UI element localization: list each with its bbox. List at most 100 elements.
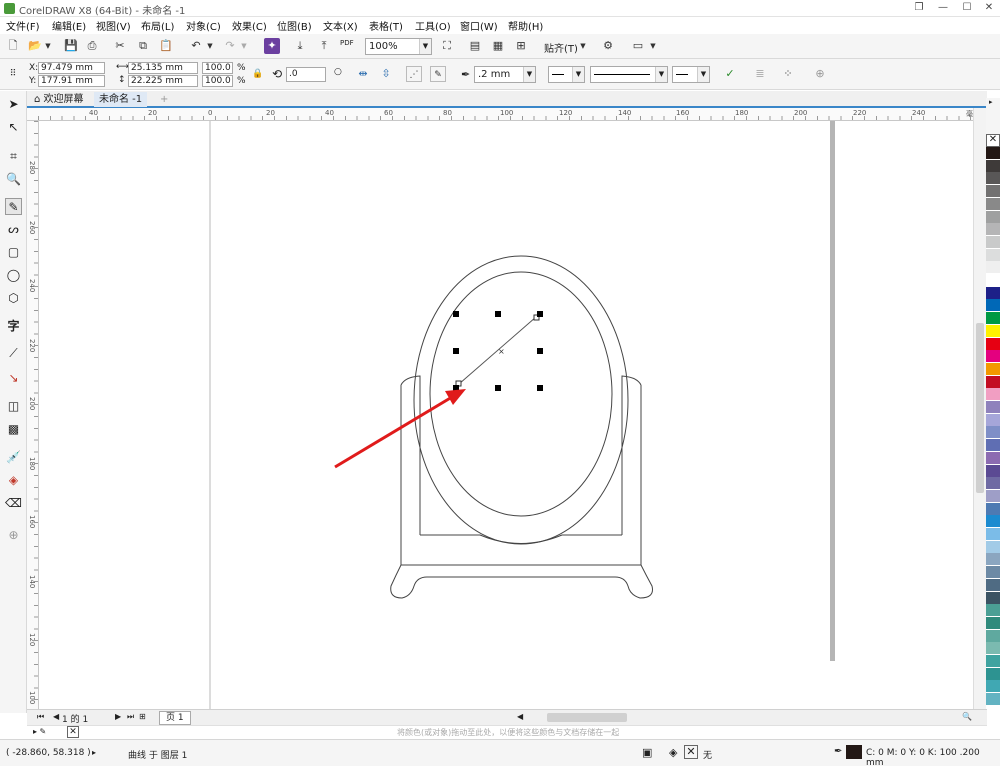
outline-color-swatch[interactable] [846,745,862,759]
wrap-text-icon[interactable]: ≣ [752,66,768,82]
artistic-media-icon[interactable]: ᔕ [5,221,22,238]
color-swatch[interactable] [986,426,1000,440]
cut-icon[interactable]: ✂ [112,38,128,54]
color-swatch[interactable] [986,515,1000,529]
redo-icon[interactable]: ↷ [222,38,238,54]
menu-edit[interactable]: 编辑(E) [52,18,86,33]
horizontal-ruler[interactable]: 40 20 0 20 40 60 80 100 120 140 160 180 … [38,108,987,121]
launcher-dropdown-icon[interactable]: ▼ [648,38,658,54]
color-swatch[interactable] [986,235,1000,249]
color-swatch[interactable] [986,147,1000,160]
eyedropper-icon[interactable]: 💉 [5,449,22,466]
mirror-horizontal-icon[interactable]: ⇹ [355,66,371,82]
add-page-icon[interactable]: ⊞ [139,712,146,721]
color-swatch[interactable] [986,464,1000,478]
extract-subpath-icon[interactable]: ✎ [430,66,446,82]
color-swatch[interactable] [986,693,1000,707]
color-swatch[interactable] [986,489,1000,503]
connector-tool-icon[interactable]: ↘ [5,370,22,387]
guidelines-icon[interactable]: ⊞ [513,38,529,54]
color-swatch[interactable] [986,616,1000,630]
scale-height-field[interactable]: 100.0 [202,75,233,87]
palette-scroll-up-icon[interactable]: ▸ [989,98,993,106]
mirror-vertical-icon[interactable]: ⇳ [378,66,394,82]
color-swatch[interactable] [986,350,1000,364]
rotation-angle-field[interactable]: .0 [286,67,326,82]
menu-bitmaps[interactable]: 位图(B) [277,18,312,33]
parallel-dimension-icon[interactable]: ⟋ [5,345,22,362]
color-swatch[interactable] [986,299,1000,313]
add-tool-icon[interactable]: ⊕ [5,527,22,544]
no-color-icon[interactable]: ✕ [67,726,79,738]
height-field[interactable]: 22.225 mm [128,75,198,87]
zoom-navigator-icon[interactable]: 🔍 [962,712,972,721]
handle-top-middle[interactable] [495,311,501,317]
color-swatch[interactable] [986,477,1000,491]
crop-tool-icon[interactable]: ⌗ [5,148,22,165]
color-swatch[interactable] [986,401,1000,414]
menu-table[interactable]: 表格(T) [369,18,403,33]
text-tool-icon[interactable]: 字 [5,318,22,335]
zoom-level-select[interactable]: 100% ▼ [365,38,432,55]
shape-tool-icon[interactable]: ↖ [5,119,22,136]
paste-icon[interactable]: 📋 [158,38,174,54]
minimize-button[interactable]: — [932,0,954,16]
line-style-select[interactable]: ▼ [590,66,668,83]
export-icon[interactable]: ⤒ [316,38,332,54]
print-icon[interactable]: ⎙ [84,38,100,54]
color-swatch[interactable] [986,185,1000,199]
menu-file[interactable]: 文件(F) [6,18,40,33]
color-swatch[interactable] [986,362,1000,376]
open-folder-icon[interactable]: 📂 [27,38,43,54]
no-fill-icon[interactable]: ✕ [684,745,698,759]
start-arrowhead-select[interactable]: ▼ [548,66,585,83]
color-swatch[interactable] [986,159,1000,173]
vertical-ruler[interactable]: 280 260 240 220 200 180 160 140 120 100 [27,121,39,709]
drop-shadow-icon[interactable]: ◫ [5,398,22,415]
publish-pdf-icon[interactable]: PDF [340,39,354,47]
status-expand-icon[interactable]: ▸ [92,748,96,757]
color-swatch[interactable] [986,528,1000,541]
color-swatch[interactable] [986,540,1000,554]
color-swatch[interactable] [986,248,1000,262]
end-arrowhead-select[interactable]: ▼ [672,66,710,83]
color-swatch[interactable] [986,451,1000,465]
undo-dropdown-icon[interactable]: ▼ [205,38,215,54]
grid-icon[interactable]: ▦ [490,38,506,54]
color-swatch[interactable] [986,274,1000,287]
y-position-field[interactable]: 177.91 mm [38,75,105,87]
gear-icon[interactable]: ⚙ [600,38,616,54]
import-icon[interactable]: ⤓ [292,38,308,54]
transparency-icon[interactable]: ▩ [5,421,22,438]
color-swatch[interactable] [986,375,1000,389]
color-swatch[interactable] [986,578,1000,592]
handle-middle-left[interactable] [453,348,459,354]
page-tab[interactable]: 页 1 [159,711,191,725]
handle-top-right[interactable] [537,311,543,317]
color-swatch[interactable] [986,337,1000,351]
prev-page-icon[interactable]: ◀ [53,712,59,721]
width-field[interactable]: 25.135 mm [128,62,198,74]
color-swatch[interactable] [986,553,1000,567]
drawing-canvas[interactable]: × [39,121,973,709]
color-swatch[interactable] [986,312,1000,326]
auto-close-curve-icon[interactable]: ⋰ [406,66,422,82]
object-origin-icon[interactable]: ⠿ [5,66,21,82]
application-launcher-icon[interactable]: ▭ [630,38,646,54]
next-page-icon[interactable]: ▶ [115,712,121,721]
color-swatch[interactable] [986,388,1000,402]
color-swatch[interactable] [986,223,1000,237]
menu-effects[interactable]: 效果(C) [232,18,267,33]
color-swatch[interactable] [986,604,1000,618]
add-tab-button[interactable]: + [155,92,173,107]
color-swatch[interactable] [986,680,1000,694]
first-page-icon[interactable]: ⏮ [37,712,44,722]
pick-tool-icon[interactable]: ➤ [5,96,22,113]
snap-to-label[interactable]: 贴齐(T) [544,40,578,55]
new-document-icon[interactable]: 🗋 [5,38,21,54]
horizontal-scrollbar-thumb[interactable] [547,713,627,722]
scrollbar-thumb[interactable] [976,323,984,493]
color-swatch[interactable] [986,502,1000,516]
interactive-fill-icon[interactable]: ◈ [5,472,22,489]
restore-icon[interactable]: ❐ [908,0,930,16]
